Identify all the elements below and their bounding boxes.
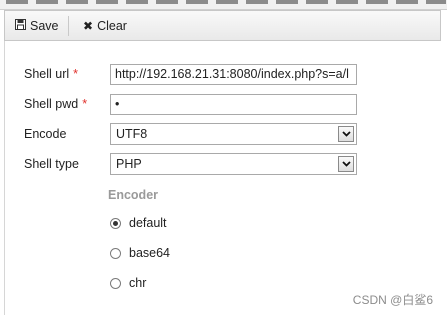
- encoder-option-label: default: [129, 216, 167, 230]
- window-top-edge: [0, 0, 447, 10]
- shell-url-label: Shell url *: [24, 67, 79, 81]
- encoder-option-label: base64: [129, 246, 171, 260]
- shell-type-label: Shell type: [24, 157, 79, 171]
- radio-button[interactable]: [110, 247, 121, 259]
- watermark: CSDN @白鲨6: [352, 293, 433, 307]
- encode-select[interactable]: UTF8: [110, 123, 357, 145]
- chevron-down-icon[interactable]: [338, 126, 354, 142]
- shell-pwd-input[interactable]: •: [110, 94, 357, 115]
- clear-button[interactable]: ✖ Clear: [83, 11, 127, 40]
- required-mark: *: [82, 97, 88, 111]
- shell-url-input[interactable]: http://192.168.21.31:8080/index.php?s=a/…: [110, 64, 357, 85]
- shell-type-selected-value: PHP: [116, 157, 142, 171]
- toolbar-separator: [68, 16, 69, 36]
- encode-label: Encode: [24, 127, 67, 141]
- shell-settings-form: Shell url * http://192.168.21.31:8080/ind…: [4, 41, 442, 315]
- encode-selected-value: UTF8: [116, 127, 148, 141]
- encoder-option-label: chr: [129, 276, 147, 290]
- chevron-down-icon[interactable]: [338, 156, 354, 172]
- encoder-option-default[interactable]: default: [110, 215, 167, 231]
- encoder-option-chr[interactable]: chr: [110, 275, 146, 291]
- radio-button[interactable]: [110, 277, 121, 289]
- save-button[interactable]: Save: [15, 11, 59, 40]
- encoder-option-base64[interactable]: base64: [110, 245, 170, 261]
- floppy-disk-icon: [15, 18, 26, 33]
- shell-type-select[interactable]: PHP: [110, 153, 357, 175]
- close-icon: ✖: [83, 18, 94, 33]
- clear-label: Clear: [97, 18, 127, 33]
- shell-pwd-label: Shell pwd *: [24, 97, 88, 111]
- required-mark: *: [73, 67, 79, 81]
- toolbar: Save ✖ Clear: [4, 10, 441, 41]
- radio-button-checked[interactable]: [110, 217, 121, 229]
- encoder-group-title: Encoder: [108, 188, 159, 202]
- save-label: Save: [30, 18, 59, 33]
